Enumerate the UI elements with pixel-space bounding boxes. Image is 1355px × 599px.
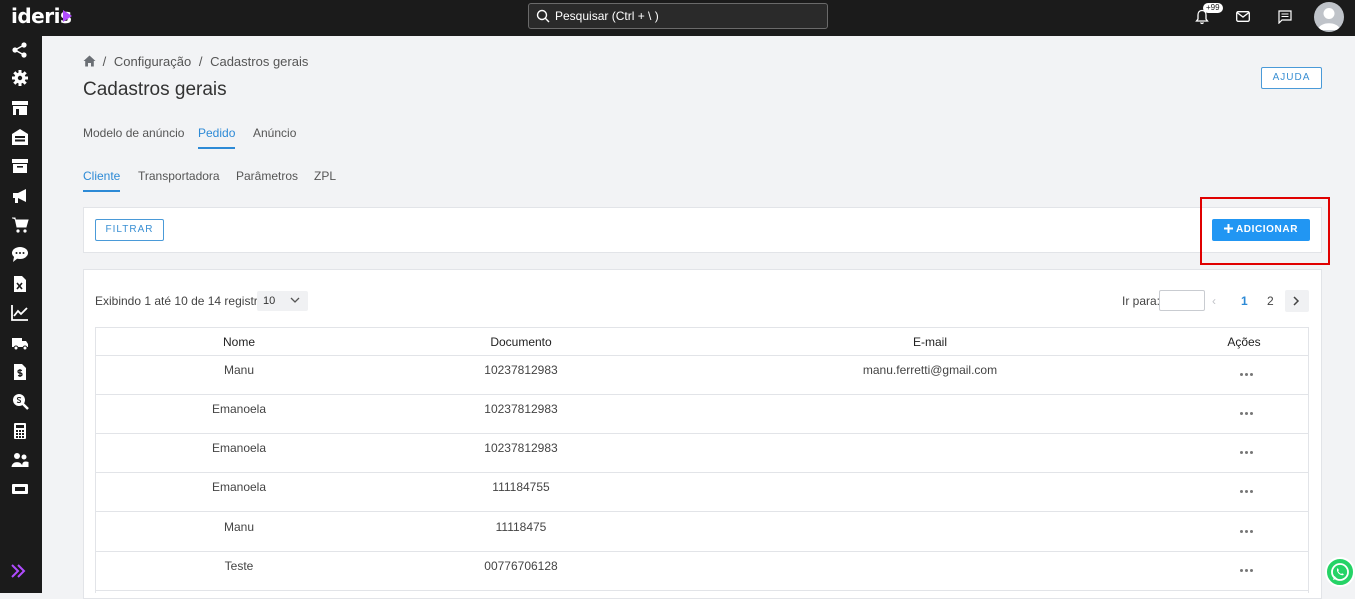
share-icon[interactable] [11,41,29,59]
invoice-dollar-icon[interactable] [11,363,29,381]
users-icon[interactable] [11,451,29,469]
excel-file-icon[interactable] [11,275,29,293]
logo-arrow-icon [63,10,72,22]
cell-nome: Emanoela [211,441,267,455]
table-row[interactable]: Teste 00776706128 [96,552,1308,591]
more-actions-icon[interactable] [1239,486,1255,496]
cell-documento: 10237812983 [484,402,558,416]
page-title: Cadastros gerais [83,79,227,100]
tab-parametros[interactable]: Parâmetros [236,169,298,190]
warehouse-icon[interactable] [11,128,29,146]
goto-label: Ir para: [1122,294,1161,308]
cell-nome: Emanoela [211,402,267,416]
goto-page-input[interactable] [1159,290,1205,311]
table-row[interactable]: Manu 11118475 [96,513,1308,552]
home-icon[interactable] [83,55,96,67]
store-icon[interactable] [11,99,29,117]
search-dollar-icon[interactable] [11,392,29,410]
ticket-icon[interactable] [11,480,29,498]
prev-page-icon[interactable]: ‹ [1212,294,1216,308]
more-actions-icon[interactable] [1239,369,1255,379]
megaphone-icon[interactable] [11,187,29,205]
col-nome[interactable]: Nome [223,335,255,349]
breadcrumb: / Configuração / Cadastros gerais [83,54,312,69]
col-email[interactable]: E-mail [913,335,947,349]
tab-zpl[interactable]: ZPL [314,169,336,190]
more-actions-icon[interactable] [1239,408,1255,418]
table-header: Nome Documento E-mail Ações [96,328,1308,356]
clients-table: Nome Documento E-mail Ações Manu 1023781… [95,327,1309,593]
expand-sidebar-icon[interactable] [10,564,26,578]
chevron-right-icon [1293,296,1300,306]
gear-icon[interactable] [11,69,29,87]
cell-nome: Manu [223,363,255,377]
top-bar: ideris +99 [0,0,1355,36]
plus-icon [1223,224,1233,233]
breadcrumb-configuracao[interactable]: Configuração [114,54,191,69]
line-chart-icon[interactable] [11,304,29,322]
col-documento[interactable]: Documento [490,335,551,349]
page-1[interactable]: 1 [1241,294,1248,308]
records-info: Exibindo 1 até 10 de 14 registros [95,294,271,308]
cell-documento: 10237812983 [484,441,558,455]
tab-cliente[interactable]: Cliente [83,169,121,192]
more-actions-icon[interactable] [1239,447,1255,457]
notification-badge: +99 [1203,3,1223,13]
cart-icon[interactable] [11,216,29,234]
mail-icon[interactable] [1236,11,1250,22]
add-button-label: ADICIONAR [1235,224,1299,235]
search-input[interactable] [555,7,815,25]
filter-button[interactable]: FILTRAR [95,219,164,241]
cell-nome: Teste [224,559,254,573]
tab-anuncio[interactable]: Anúncio [253,126,296,147]
whatsapp-button[interactable] [1325,557,1355,587]
table-row[interactable]: Emanoela 111184755 [96,473,1308,512]
user-icon [1318,8,1340,30]
chat-icon[interactable] [1278,10,1292,24]
comments-icon[interactable] [11,245,29,263]
page-2[interactable]: 2 [1267,294,1274,308]
sidebar [0,36,42,593]
add-button[interactable]: ADICIONAR [1212,219,1310,241]
cell-documento: 00776706128 [484,559,558,573]
col-acoes: Ações [1227,335,1261,349]
cell-documento: 11118475 [495,520,547,534]
whatsapp-icon [1331,563,1349,581]
table-row[interactable]: Emanoela 10237812983 [96,434,1308,473]
user-avatar[interactable] [1314,2,1344,32]
search-icon [536,9,550,23]
table-row[interactable]: Manu 10237812983 manu.ferretti@gmail.com [96,356,1308,395]
cell-documento: 10237812983 [484,363,558,377]
help-button[interactable]: AJUDA [1261,67,1322,89]
calculator-icon[interactable] [11,422,29,440]
chevron-down-icon [290,297,300,303]
breadcrumb-cadastros-gerais: Cadastros gerais [210,54,309,69]
table-row[interactable]: Emanoela 10237812983 [96,395,1308,434]
cell-nome: Manu [223,520,255,534]
more-actions-icon[interactable] [1239,526,1255,536]
cell-email: manu.ferretti@gmail.com [862,363,998,377]
filter-panel [83,207,1322,253]
per-page-select[interactable]: 10 [257,291,308,311]
next-page-button[interactable] [1285,290,1309,312]
cell-nome: Emanoela [211,480,267,494]
per-page-value: 10 [263,295,276,307]
archive-icon[interactable] [11,157,29,175]
tab-modelo-de-anuncio[interactable]: Modelo de anúncio [83,126,184,147]
truck-icon[interactable] [11,334,29,352]
global-search[interactable] [528,3,828,29]
tab-transportadora[interactable]: Transportadora [138,169,220,190]
more-actions-icon[interactable] [1239,565,1255,575]
cell-documento: 111184755 [492,480,550,494]
tab-pedido[interactable]: Pedido [198,126,236,149]
